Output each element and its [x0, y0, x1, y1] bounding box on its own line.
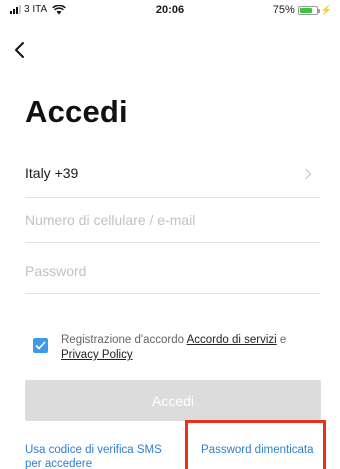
checkmark-icon [35, 341, 46, 350]
status-right: 75% ⚡ [273, 4, 332, 16]
agreement-text: Registrazione d'accordo Accordo di servi… [61, 333, 316, 363]
forgot-password-link[interactable]: Password dimenticata [201, 443, 314, 457]
status-bar: 3 ITA 20:06 75% ⚡ [0, 0, 340, 20]
terms-of-service-link[interactable]: Accordo di servizi [187, 334, 277, 346]
login-button[interactable]: Accedi [25, 380, 321, 421]
phone-email-input[interactable] [25, 208, 320, 232]
sms-login-link[interactable]: Usa codice di verifica SMS per accedere [25, 443, 175, 469]
chevron-left-icon [15, 42, 24, 58]
chevron-right-icon [305, 168, 312, 180]
battery-icon [297, 5, 320, 15]
battery-percent: 75% [272, 4, 295, 16]
page-title: Accedi [25, 94, 128, 129]
phone-email-field-container [25, 203, 320, 243]
charging-icon: ⚡ [320, 4, 332, 15]
agreement-checkbox[interactable] [33, 338, 48, 353]
country-value: Italy +39 [25, 165, 79, 181]
agreement-conjunction: e [276, 334, 287, 346]
password-field-container [25, 254, 320, 294]
privacy-policy-link[interactable]: Privacy Policy [61, 349, 133, 361]
password-input[interactable] [25, 259, 320, 283]
battery-fill [299, 7, 312, 13]
country-selector[interactable]: Italy +39 [25, 158, 320, 198]
back-button[interactable] [12, 40, 30, 60]
agreement-prefix: Registrazione d'accordo [61, 334, 187, 346]
